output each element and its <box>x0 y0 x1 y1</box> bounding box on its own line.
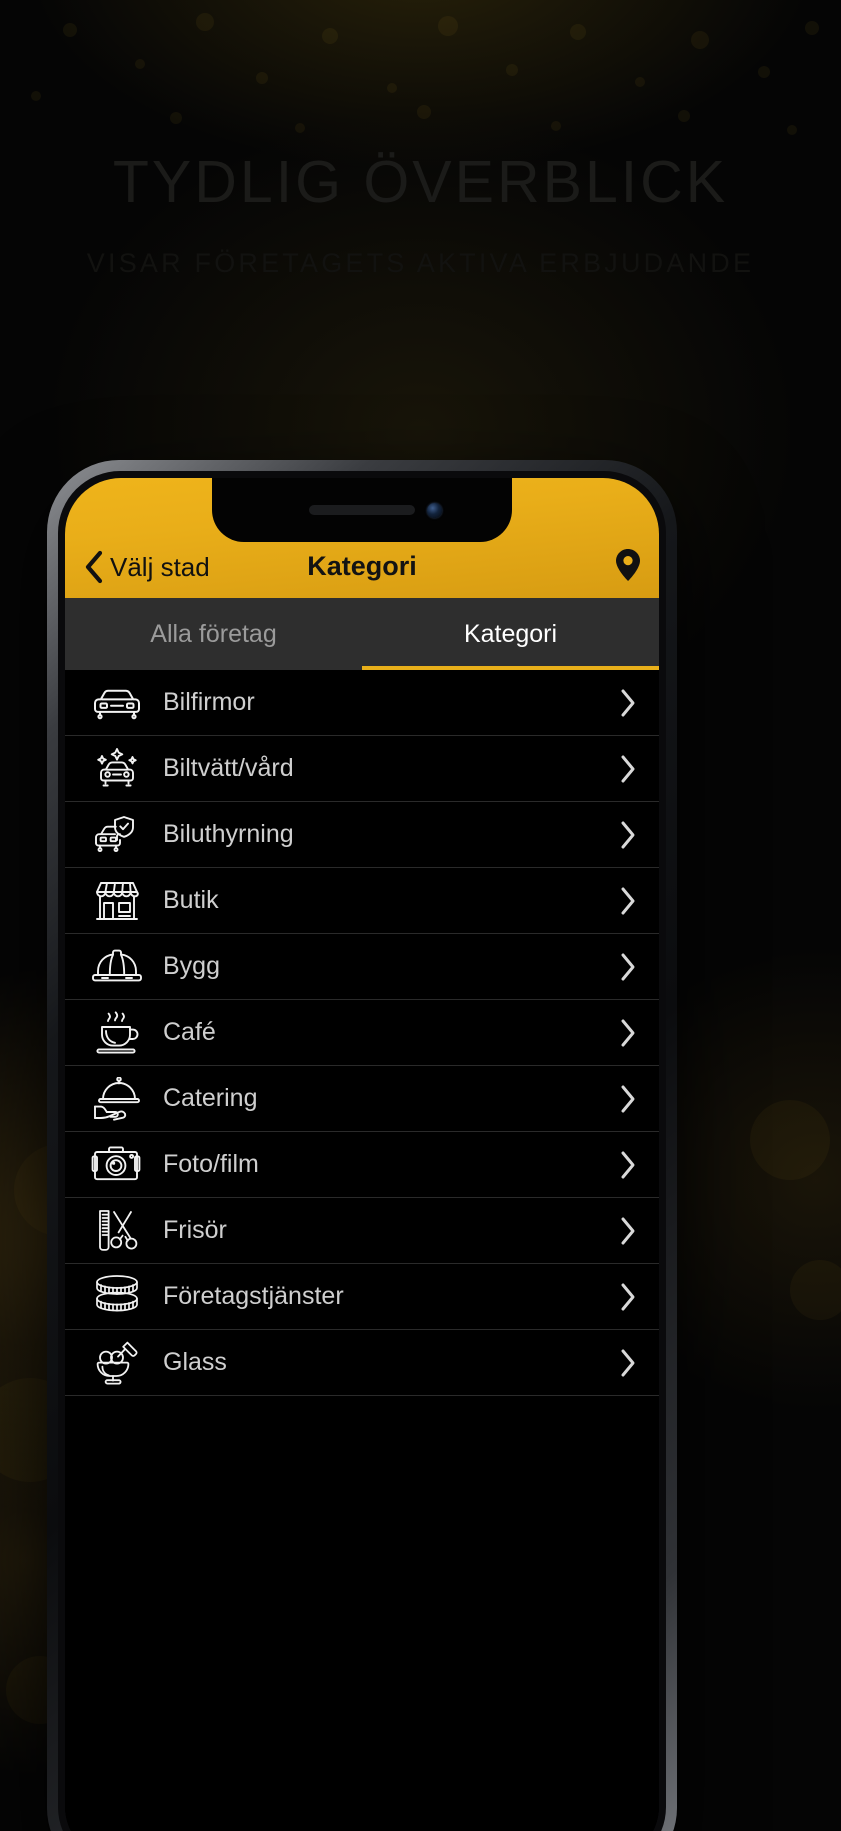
poster-headline: TYDLIG ÖVERBLICK <box>112 149 729 215</box>
list-item[interactable]: Catering <box>65 1066 659 1132</box>
list-item[interactable]: Foto/film <box>65 1132 659 1198</box>
location-pin-icon <box>615 548 641 582</box>
category-list[interactable]: Bilfirmor Biltvätt/vård Biluthyrning But… <box>65 670 659 1831</box>
list-item-label: Biluthyrning <box>163 820 294 848</box>
shop-icon <box>79 879 155 923</box>
list-item-label: Glass <box>163 1348 227 1376</box>
earpiece-speaker <box>309 505 415 515</box>
tab-label: Alla företag <box>150 619 277 648</box>
chevron-right-icon <box>619 952 637 982</box>
chevron-right-icon <box>619 754 637 784</box>
list-item-label: Bilfirmor <box>163 688 255 716</box>
list-item[interactable]: Frisör <box>65 1198 659 1264</box>
poster-subheadline: VISAR FÖRETAGETS AKTIVA ERBJUDANDE <box>86 248 755 278</box>
comb-scissors-icon <box>79 1208 155 1254</box>
camera-icon <box>79 1145 155 1185</box>
chevron-right-icon <box>619 1084 637 1114</box>
chevron-right-icon <box>619 1348 637 1378</box>
list-item[interactable]: Bygg <box>65 934 659 1000</box>
chevron-right-icon <box>619 1216 637 1246</box>
coffee-cup-icon <box>79 1010 155 1055</box>
chevron-right-icon <box>619 688 637 718</box>
list-item-label: Biltvätt/vård <box>163 754 294 782</box>
app-viewport: Välj stad Kategori Alla företag Kategori… <box>65 478 659 1831</box>
list-item-label: Bygg <box>163 952 220 980</box>
serving-dome-icon <box>79 1076 155 1121</box>
phone-bezel: Välj stad Kategori Alla företag Kategori… <box>58 471 666 1831</box>
back-button[interactable]: Välj stad <box>83 550 210 584</box>
list-item-label: Frisör <box>163 1216 227 1244</box>
list-item-label: Café <box>163 1018 216 1046</box>
list-item-label: Butik <box>163 886 219 914</box>
chevron-right-icon <box>619 1282 637 1312</box>
list-item[interactable]: Biluthyrning <box>65 802 659 868</box>
phone-mockup: Välj stad Kategori Alla företag Kategori… <box>47 460 677 1831</box>
tab-kategori[interactable]: Kategori <box>362 598 659 670</box>
chevron-right-icon <box>619 820 637 850</box>
ice-cream-bowl-icon <box>79 1340 155 1386</box>
list-item[interactable]: Bilfirmor <box>65 670 659 736</box>
front-camera-icon <box>427 503 442 518</box>
back-button-label: Välj stad <box>110 551 210 582</box>
notch <box>212 478 512 542</box>
chevron-right-icon <box>619 1018 637 1048</box>
coins-stack-icon <box>79 1274 155 1320</box>
list-item-label: Företagstjänster <box>163 1282 344 1310</box>
list-item[interactable]: Biltvätt/vård <box>65 736 659 802</box>
location-button[interactable] <box>615 548 641 584</box>
car-shield-icon <box>79 813 155 857</box>
tab-bar: Alla företag Kategori <box>65 598 659 670</box>
list-item-label: Catering <box>163 1084 258 1112</box>
tab-label: Kategori <box>463 619 558 648</box>
list-item[interactable]: Glass <box>65 1330 659 1396</box>
hard-hat-icon <box>79 948 155 986</box>
list-item-label: Foto/film <box>163 1150 259 1178</box>
car-wash-icon <box>79 747 155 791</box>
chevron-left-icon <box>83 550 105 584</box>
chevron-right-icon <box>619 1150 637 1180</box>
list-item[interactable]: Företagstjänster <box>65 1264 659 1330</box>
car-icon <box>79 683 155 723</box>
phone-screen: Välj stad Kategori Alla företag Kategori… <box>65 478 659 1831</box>
tab-alla-foretag[interactable]: Alla företag <box>65 598 362 670</box>
list-item[interactable]: Butik <box>65 868 659 934</box>
list-item[interactable]: Café <box>65 1000 659 1066</box>
chevron-right-icon <box>619 886 637 916</box>
